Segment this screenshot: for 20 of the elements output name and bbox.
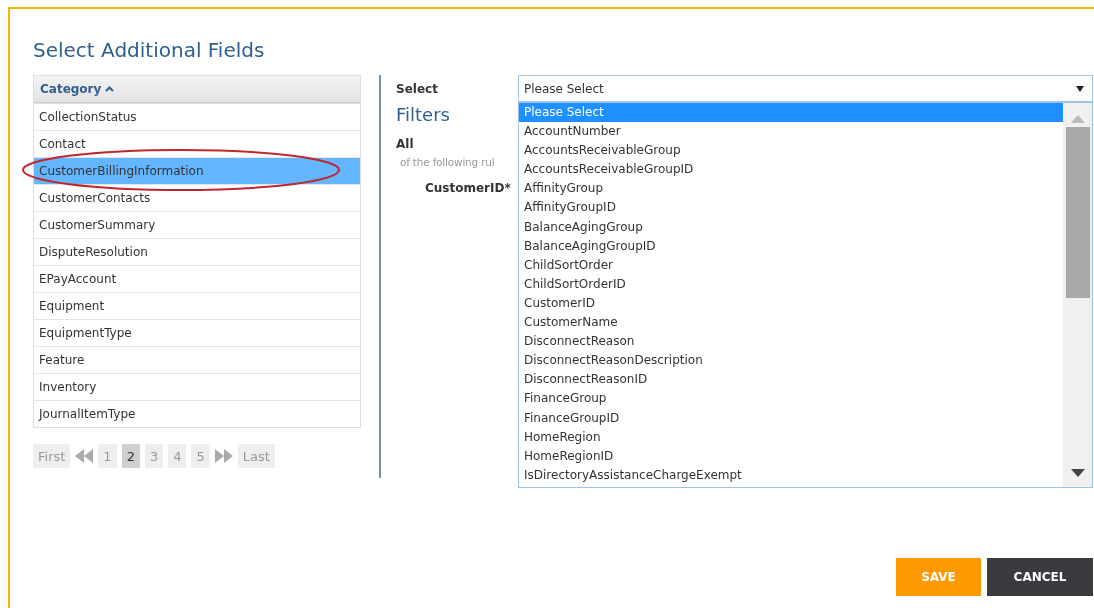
- column-title: Category: [40, 82, 102, 96]
- page-button[interactable]: 2: [121, 444, 140, 468]
- category-row[interactable]: CustomerBillingInformation: [34, 157, 360, 184]
- rule-text: of the following rul: [400, 156, 495, 168]
- filters-title: Filters: [396, 104, 450, 125]
- select-label: Select: [396, 81, 439, 96]
- dropdown-caret-icon: [1076, 85, 1084, 92]
- scroll-up-icon[interactable]: [1070, 115, 1085, 123]
- field-dropdown[interactable]: Please Select: [518, 75, 1093, 102]
- field-label: CustomerID*: [425, 181, 511, 195]
- scroll-down-icon[interactable]: [1070, 469, 1085, 477]
- previous-page-icon[interactable]: [75, 449, 94, 463]
- sort-ascending-icon: [105, 86, 115, 92]
- scrollbar[interactable]: [1063, 103, 1092, 487]
- table-header[interactable]: Category: [34, 76, 360, 103]
- dialog-title: Select Additional Fields: [33, 37, 266, 64]
- scroll-thumb[interactable]: [1065, 127, 1090, 298]
- cancel-button[interactable]: CANCEL: [987, 558, 1093, 596]
- next-page-icon[interactable]: [214, 449, 233, 463]
- match-mode: All: [396, 137, 414, 151]
